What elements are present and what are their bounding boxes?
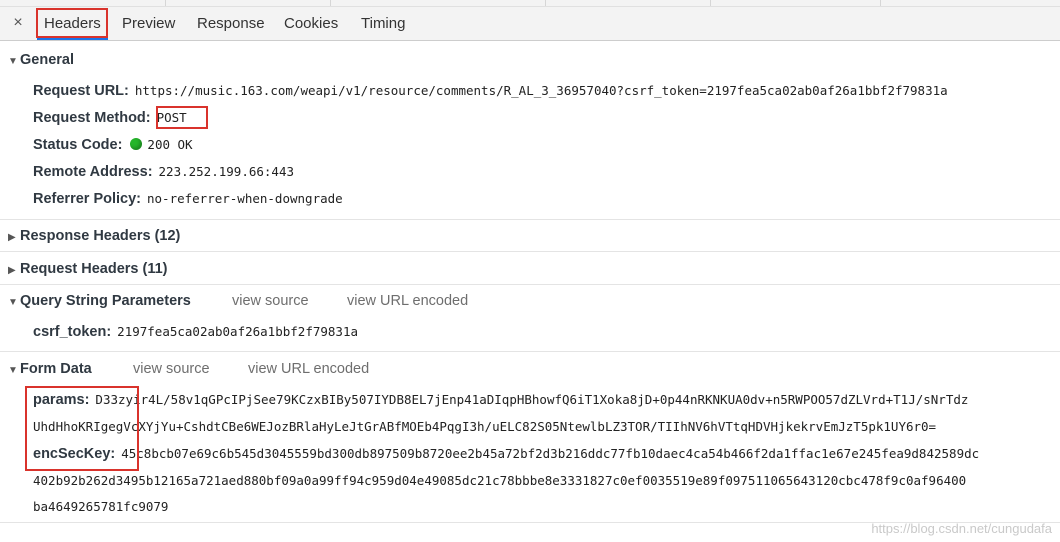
status-code-row: Status Code: 200 OK xyxy=(33,133,193,155)
section-query-string[interactable]: ▼ Query String Parameters xyxy=(8,290,191,312)
section-request-headers-title: Request Headers (11) xyxy=(20,261,168,277)
tab-timing[interactable]: Timing xyxy=(361,7,405,40)
referrer-policy-value: no-referrer-when-downgrade xyxy=(147,191,343,206)
tab-headers[interactable]: Headers xyxy=(37,7,108,40)
form-view-url-encoded-link[interactable]: view URL encoded xyxy=(248,358,369,380)
request-method-label: Request Method: xyxy=(33,110,151,126)
enc-sec-key-label: encSecKey: xyxy=(33,446,116,462)
section-form-data-title: Form Data xyxy=(20,361,92,377)
tab-response[interactable]: Response xyxy=(197,7,265,40)
params-value-line2: UhdHhoKRIgegVcXYjYu+CshdtCBe6WEJozBRlaHy… xyxy=(33,419,937,434)
query-view-url-encoded-link[interactable]: view URL encoded xyxy=(347,290,468,312)
divider xyxy=(0,351,1060,352)
enc-sec-key-value-line3: ba4649265781fc9079 xyxy=(33,499,169,514)
request-method-value: POST xyxy=(156,110,187,125)
form-view-source-link[interactable]: view source xyxy=(133,358,210,380)
csrf-token-value: 2197fea5ca02ab0af26a1bbf2f79831a xyxy=(117,324,358,339)
section-general-title: General xyxy=(20,52,74,68)
divider xyxy=(0,219,1060,220)
divider xyxy=(0,251,1060,252)
section-query-string-title: Query String Parameters xyxy=(20,293,191,309)
tab-bar: × Headers Preview Response Cookies Timin… xyxy=(0,7,1060,41)
referrer-policy-label: Referrer Policy: xyxy=(33,191,141,207)
remote-address-value: 223.252.199.66:443 xyxy=(158,164,294,179)
params-value-line1: D33zyir4L/58v1qGPcIPjSee79KCzxBIBy507IYD… xyxy=(95,392,969,407)
section-general[interactable]: ▼ General xyxy=(8,49,74,71)
remote-address-row: Remote Address: 223.252.199.66:443 xyxy=(33,160,294,182)
status-ok-icon xyxy=(130,138,143,150)
enc-sec-key-row-cont: 402b92b262d3495b12165a721aed880bf09a0a99… xyxy=(33,469,966,491)
referrer-policy-row: Referrer Policy: no-referrer-when-downgra… xyxy=(33,187,343,209)
csrf-token-label: csrf_token: xyxy=(33,324,112,340)
enc-sec-key-row: encSecKey: 45c8bcb07e69c6b545d3045559bd30… xyxy=(33,442,979,464)
section-form-data[interactable]: ▼ Form Data xyxy=(8,358,92,380)
triangle-right-icon: ▶ xyxy=(8,232,16,243)
enc-sec-key-value-line1: 45c8bcb07e69c6b545d3045559bd300db897509b… xyxy=(121,446,980,461)
remote-address-label: Remote Address: xyxy=(33,164,153,180)
status-code-value: 200 OK xyxy=(147,137,193,152)
divider xyxy=(0,284,1060,285)
status-code-label: Status Code: xyxy=(33,137,123,153)
enc-sec-key-row-cont2: ba4649265781fc9079 xyxy=(33,495,168,517)
section-request-headers[interactable]: ▶ Request Headers (11) xyxy=(8,258,167,280)
triangle-right-icon: ▶ xyxy=(8,265,16,276)
top-strip xyxy=(0,0,1060,7)
section-response-headers[interactable]: ▶ Response Headers (12) xyxy=(8,225,180,247)
tab-cookies[interactable]: Cookies xyxy=(284,7,338,40)
request-url-value: https://music.163.com/weapi/v1/resource/… xyxy=(134,83,948,98)
triangle-down-icon: ▼ xyxy=(8,56,18,67)
params-row: params: D33zyir4L/58v1qGPcIPjSee79KCzxBIB… xyxy=(33,388,968,410)
close-icon[interactable]: × xyxy=(9,13,27,33)
triangle-down-icon: ▼ xyxy=(8,365,18,376)
watermark: https://blog.csdn.net/cungudafa xyxy=(871,521,1052,536)
section-response-headers-title: Response Headers (12) xyxy=(20,228,181,244)
tab-preview[interactable]: Preview xyxy=(122,7,175,40)
request-method-row: Request Method: POST xyxy=(33,106,187,128)
params-row-cont: UhdHhoKRIgegVcXYjYu+CshdtCBe6WEJozBRlaHy… xyxy=(33,415,936,437)
request-url-row: Request URL: https://music.163.com/weapi/… xyxy=(33,79,948,101)
query-view-source-link[interactable]: view source xyxy=(232,290,309,312)
triangle-down-icon: ▼ xyxy=(8,297,18,308)
params-label: params: xyxy=(33,392,90,408)
enc-sec-key-value-line2: 402b92b262d3495b12165a721aed880bf09a0a99… xyxy=(33,473,967,488)
csrf-token-row: csrf_token: 2197fea5ca02ab0af26a1bbf2f798… xyxy=(33,320,358,342)
request-url-label: Request URL: xyxy=(33,83,129,99)
